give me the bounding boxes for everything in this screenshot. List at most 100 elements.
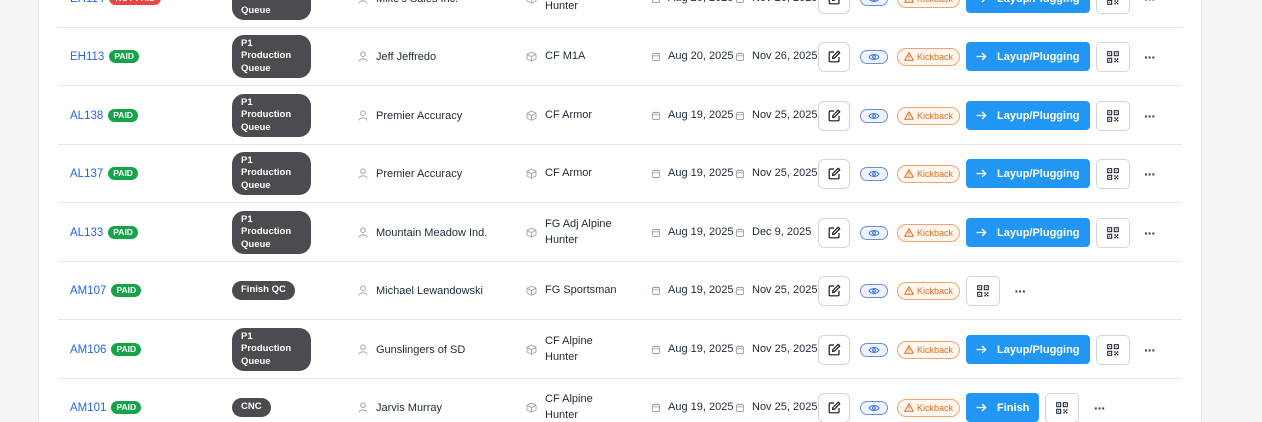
more-options-button[interactable]: ···: [1091, 400, 1107, 416]
arrow-right-icon: [976, 169, 997, 178]
table-row[interactable]: AM107 PAID Finish QC Michael Lewandowski FG …: [58, 262, 1182, 320]
edit-button[interactable]: [818, 275, 850, 306]
advance-stage-button[interactable]: Layup/Plugging: [966, 335, 1090, 364]
kickback-button[interactable]: Kickback: [897, 340, 961, 359]
edit-button[interactable]: [818, 392, 850, 422]
actions-cell: Kickback Layup/Plugging ···: [818, 204, 1158, 261]
qr-code-button[interactable]: [1095, 217, 1130, 248]
order-date: Aug 19, 2025: [668, 400, 734, 413]
edit-button[interactable]: [818, 41, 850, 72]
order-date: Aug 19, 2025: [668, 166, 734, 179]
stage-cell: Finish QC: [232, 262, 295, 319]
qr-code-button[interactable]: [1095, 158, 1130, 189]
edit-button[interactable]: [818, 334, 850, 365]
order-number-link[interactable]: AM107: [70, 285, 106, 297]
order-number-link[interactable]: AM106: [70, 344, 106, 356]
customer-cell: Mike's Sales Inc.: [358, 0, 458, 27]
order-number-link[interactable]: AL137: [70, 168, 103, 180]
ellipsis-icon: ···: [1144, 0, 1156, 7]
more-options-button[interactable]: ···: [1142, 225, 1158, 241]
view-button[interactable]: [860, 0, 888, 6]
kickback-button[interactable]: Kickback: [897, 223, 961, 242]
order-number-link[interactable]: EH114: [70, 0, 104, 5]
user-icon: [358, 227, 368, 238]
calendar-icon: [736, 228, 744, 237]
view-button[interactable]: [860, 166, 888, 181]
ellipsis-icon: ···: [1144, 107, 1156, 124]
arrow-right-icon: [976, 345, 997, 354]
eye-icon: [868, 112, 880, 120]
warning-icon: [904, 111, 917, 120]
advance-stage-button[interactable]: Layup/Plugging: [966, 101, 1090, 130]
qr-code-button[interactable]: [1095, 334, 1130, 365]
kickback-button[interactable]: Kickback: [897, 106, 961, 125]
actions-cell: Kickback ···: [818, 262, 1028, 319]
table-row[interactable]: AM101 PAID CNC Jarvis Murray CF Alpine Hunte…: [58, 379, 1182, 422]
actions-cell: Kickback Layup/Plugging ···: [818, 321, 1158, 378]
view-button[interactable]: [860, 400, 888, 415]
advance-stage-button[interactable]: Finish: [966, 393, 1040, 422]
customer-name: Mountain Meadow Ind.: [376, 226, 488, 239]
edit-button[interactable]: [818, 217, 850, 248]
order-number-link[interactable]: EH113: [70, 51, 104, 63]
table-row[interactable]: AL137 PAID P1 Production Queue Premier Accu…: [58, 145, 1182, 203]
order-cell: EH113 PAID: [70, 28, 139, 85]
advance-stage-label: Layup/Plugging: [997, 167, 1080, 180]
order-number-link[interactable]: AM101: [70, 402, 106, 414]
view-button[interactable]: [860, 108, 888, 123]
kickback-label: Kickback: [917, 344, 954, 355]
edit-button[interactable]: [818, 158, 850, 189]
more-options-button[interactable]: ···: [1142, 166, 1158, 182]
view-button[interactable]: [860, 342, 888, 357]
advance-stage-label: Finish: [997, 401, 1030, 414]
view-button[interactable]: [860, 283, 888, 298]
table-row[interactable]: AM106 PAID P1 Production Queue Gunslingers …: [58, 321, 1182, 379]
qr-code-button[interactable]: [1095, 0, 1130, 14]
view-button[interactable]: [860, 49, 888, 64]
qr-code-button[interactable]: [1095, 41, 1130, 72]
order-number-link[interactable]: AL138: [70, 110, 103, 122]
qr-code-button[interactable]: [966, 275, 1001, 306]
due-date: Nov 26, 2025: [752, 49, 818, 62]
table-row[interactable]: AL138 PAID P1 Production Queue Premier Accu…: [58, 87, 1182, 145]
ellipsis-icon: ···: [1144, 165, 1156, 182]
table-row[interactable]: EH114 NOT PAID P1 Production Queue Mike's S…: [58, 0, 1182, 28]
more-options-button[interactable]: ···: [1012, 283, 1028, 299]
more-options-button[interactable]: ···: [1142, 0, 1158, 7]
qr-code-button[interactable]: [1095, 100, 1130, 131]
payment-status-badge: PAID: [111, 342, 142, 357]
advance-stage-button[interactable]: Layup/Plugging: [966, 0, 1090, 13]
calendar-icon: [736, 111, 744, 120]
advance-stage-button[interactable]: Layup/Plugging: [966, 159, 1090, 188]
view-button[interactable]: [860, 225, 888, 240]
customer-cell: Michael Lewandowski: [358, 262, 483, 319]
customer-name: Jarvis Murray: [376, 401, 443, 414]
stage-cell: CNC: [232, 379, 271, 422]
more-options-button[interactable]: ···: [1142, 108, 1158, 124]
qr-code-button[interactable]: [1045, 392, 1080, 422]
edit-button[interactable]: [818, 0, 850, 14]
warning-icon: [904, 0, 917, 3]
payment-status-badge: PAID: [109, 49, 139, 64]
edit-icon: [828, 401, 841, 414]
due-date-cell: Nov 26, 2025: [736, 0, 817, 27]
arrow-right-icon: [976, 228, 997, 237]
table-row[interactable]: EH113 PAID P1 Production Queue Jeff Jeffred…: [58, 28, 1182, 86]
more-options-button[interactable]: ···: [1142, 49, 1158, 65]
advance-stage-button[interactable]: Layup/Plugging: [966, 218, 1090, 247]
edit-button[interactable]: [818, 100, 850, 131]
kickback-button[interactable]: Kickback: [897, 0, 961, 8]
kickback-button[interactable]: Kickback: [897, 281, 961, 300]
due-date-cell: Nov 25, 2025: [736, 321, 817, 378]
more-options-button[interactable]: ···: [1142, 342, 1158, 358]
kickback-button[interactable]: Kickback: [897, 398, 961, 417]
table-row[interactable]: AL133 PAID P1 Production Queue Mountain Mea…: [58, 204, 1182, 262]
qr-code-icon: [1056, 401, 1069, 414]
advance-stage-button[interactable]: Layup/Plugging: [966, 42, 1090, 71]
calendar-icon: [736, 345, 744, 354]
kickback-button[interactable]: Kickback: [897, 47, 961, 66]
order-number-link[interactable]: AL133: [70, 227, 103, 239]
actions-cell: Kickback Layup/Plugging ···: [818, 0, 1158, 27]
model-cell: CF Armor: [526, 145, 592, 202]
kickback-button[interactable]: Kickback: [897, 164, 961, 183]
